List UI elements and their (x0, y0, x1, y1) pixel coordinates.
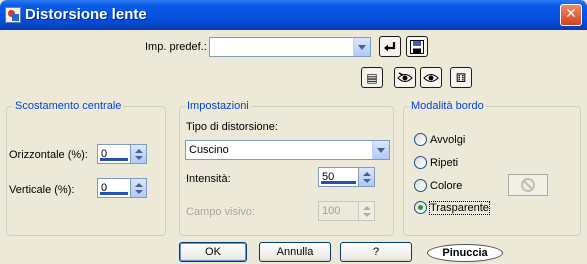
center-offset-group: Scostamento centrale (6, 100, 166, 236)
close-button[interactable]: ✕ (560, 4, 582, 26)
horizontal-input[interactable]: 0 (97, 144, 130, 164)
edge-option-wrap[interactable]: Avvolgi (414, 133, 465, 146)
field-of-view-input: 100 (318, 201, 358, 221)
edge-mode-group: Modalità bordo (403, 100, 581, 236)
distortion-type-dropdown[interactable]: Cuscino (185, 140, 390, 160)
chevron-down-icon (372, 141, 389, 159)
radio-wrap[interactable] (414, 133, 427, 146)
preview-toggle-button[interactable]: ▤ (361, 67, 383, 88)
edge-option-transparent[interactable]: Trasparente (414, 200, 490, 215)
preview-window-icon: ▤ (366, 70, 378, 85)
field-of-view-value: 100 (322, 205, 341, 217)
down-arrow-icon (362, 212, 371, 217)
field-of-view-spinner: 100 (318, 201, 375, 221)
proof-button[interactable] (394, 67, 416, 88)
edge-option-wrap-label: Avvolgi (430, 133, 466, 146)
watermark-logo: Pinuccia (427, 244, 503, 262)
cancel-button[interactable]: Annulla (259, 242, 331, 262)
eye-arrow-icon (397, 71, 413, 82)
vertical-label: Verticale (%): (9, 184, 75, 196)
window-title: Distorsione lente (25, 6, 147, 23)
intensity-slider-bar[interactable] (321, 181, 356, 184)
intensity-label: Intensità: (186, 173, 231, 185)
horizontal-slider-bar[interactable] (100, 158, 128, 161)
dialog-window: Distorsione lente ✕ Imp. predef.: ▤ ⚅ Sc… (0, 0, 587, 264)
no-color-icon (521, 178, 535, 192)
dice-icon: ⚅ (455, 70, 467, 85)
vertical-input[interactable]: 0 (97, 178, 130, 198)
distortion-type-label: Tipo di distorsione: (186, 121, 278, 133)
down-arrow-icon (134, 189, 143, 194)
field-of-view-label: Campo visivo: (186, 206, 256, 218)
vertical-spinner[interactable]: 0 (97, 178, 147, 198)
intensity-stepper[interactable] (358, 167, 375, 187)
edge-mode-group-title: Modalità bordo (409, 100, 486, 113)
help-button[interactable]: ? (340, 242, 412, 262)
edge-option-color-label: Colore (430, 179, 463, 192)
auto-proof-button[interactable] (420, 67, 442, 88)
preset-label: Imp. predef.: (145, 41, 207, 53)
save-preset-button[interactable] (406, 36, 428, 57)
reset-button[interactable] (379, 36, 401, 57)
intensity-input[interactable]: 50 (318, 167, 358, 187)
center-offset-group-title: Scostamento centrale (13, 100, 124, 113)
intensity-spinner[interactable]: 50 (318, 167, 375, 187)
settings-group-title: Impostazioni (185, 100, 251, 113)
edge-option-transparent-label: Trasparente (429, 200, 490, 215)
horizontal-stepper[interactable] (130, 144, 147, 164)
vertical-stepper[interactable] (130, 178, 147, 198)
radio-repeat[interactable] (414, 156, 427, 169)
radio-transparent[interactable] (414, 201, 427, 214)
down-arrow-icon (134, 155, 143, 160)
up-arrow-icon (362, 171, 371, 176)
eye-icon (423, 73, 439, 82)
title-bar[interactable]: Distorsione lente ✕ (0, 0, 587, 30)
edge-option-repeat[interactable]: Ripeti (414, 156, 458, 169)
horizontal-spinner[interactable]: 0 (97, 144, 147, 164)
randomize-button[interactable]: ⚅ (450, 67, 472, 88)
ok-button[interactable]: OK (179, 242, 247, 262)
distortion-type-value: Cuscino (189, 144, 229, 156)
edge-option-repeat-label: Ripeti (430, 156, 459, 169)
vertical-slider-bar[interactable] (100, 192, 128, 195)
edge-option-color[interactable]: Colore (414, 179, 462, 192)
up-arrow-icon (134, 148, 143, 153)
app-icon (5, 7, 21, 23)
edge-color-swatch (508, 174, 548, 196)
radio-color[interactable] (414, 179, 427, 192)
save-icon (410, 39, 424, 54)
chevron-down-icon (353, 38, 370, 56)
preset-dropdown[interactable] (209, 37, 371, 57)
field-of-view-stepper (358, 201, 375, 221)
horizontal-label: Orizzontale (%): (9, 149, 88, 161)
reset-icon (384, 41, 396, 51)
down-arrow-icon (362, 178, 371, 183)
up-arrow-icon (362, 205, 371, 210)
up-arrow-icon (134, 182, 143, 187)
